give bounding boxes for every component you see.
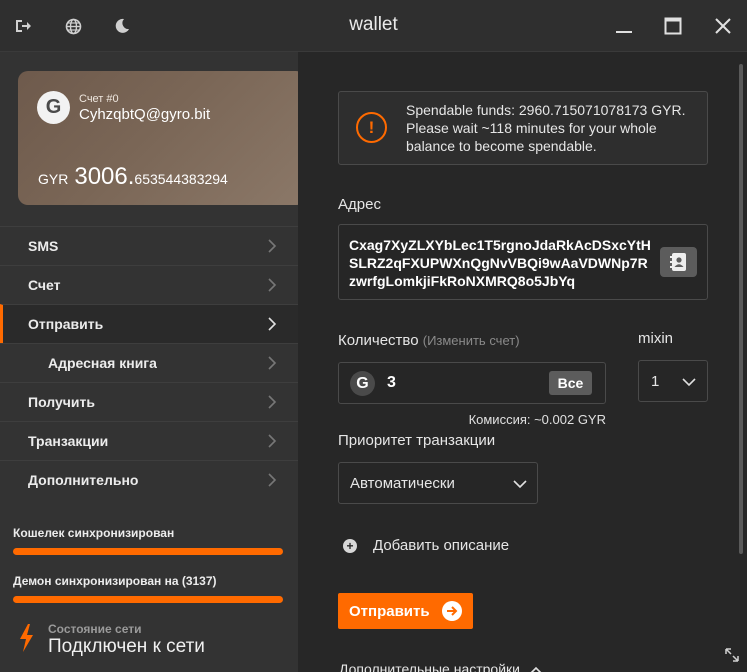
sidebar-item-label: Адресная книга [48,355,157,371]
sidebar-item-label: Получить [28,394,95,410]
account-address: CyhzqbtQ@gyro.bit [79,106,211,123]
advanced-settings-label: Дополнительные настройки [339,661,520,672]
address-input[interactable]: Cxag7XyZLXYbLec1T5rgnoJdaRkAcDSxcYtHSLRZ… [338,224,708,300]
exclamation-icon: ! [356,112,387,143]
sidebar-item-label: Счет [28,277,61,293]
chevron-down-icon [513,480,527,489]
sidebar-menu: SMS Счет Отправить Адресная книга Получи… [0,226,298,499]
wallet-sync-progress-bar [13,548,283,555]
title-bar: wallet [0,0,747,52]
close-icon[interactable] [711,14,735,38]
sidebar-item-label: Транзакции [28,433,109,449]
chevron-right-icon [268,473,277,487]
scrollbar[interactable] [739,64,743,554]
sidebar-item-advanced[interactable]: Дополнительно [0,460,298,499]
mixin-label: mixin [638,330,674,347]
daemon-sync-status: Демон синхронизирован на (3137) [13,574,283,603]
balance: GYR 3006.653544383294 [38,163,228,191]
chevron-right-icon [268,317,277,331]
all-button[interactable]: Все [549,371,592,395]
balance-fraction: 653544383294 [134,171,228,187]
sidebar-item-send[interactable]: Отправить [0,304,298,343]
sidebar-item-label: Дополнительно [28,472,139,488]
network-label: Состояние сети [48,622,142,636]
maximize-icon[interactable] [661,14,685,38]
priority-value: Автоматически [350,475,455,492]
chevron-down-icon [682,378,696,387]
balance-integer: 3006. [74,163,135,190]
amount-label-text: Количество [338,332,419,349]
spendable-alert: ! Spendable funds: 2960.715071078173 GYR… [338,91,708,165]
send-button-label: Отправить [349,602,430,620]
wallet-sync-status: Кошелек синхронизирован [13,526,283,555]
arrow-right-icon [442,601,462,621]
add-description-label: Добавить описание [373,537,510,554]
wallet-sync-label: Кошелек синхронизирован [13,526,175,540]
lightning-icon [20,624,33,652]
priority-label: Приоритет транзакции [338,432,496,449]
change-account-link[interactable]: (Изменить счет) [423,333,520,348]
sidebar-item-account[interactable]: Счет [0,265,298,304]
plus-icon: + [343,538,357,553]
mixin-select[interactable]: 1 [638,360,708,402]
address-label: Адрес [338,196,381,213]
sidebar: G Счет #0 CyhzqbtQ@gyro.bit GYR 3006.6535… [0,52,306,672]
advanced-settings-toggle[interactable]: Дополнительные настройки [339,661,542,672]
amount-value[interactable]: 3 [387,374,396,392]
balance-currency: GYR [38,171,69,187]
address-book-button[interactable] [660,247,697,277]
minimize-icon[interactable] [612,14,636,38]
gyro-logo-icon: G [37,91,70,124]
chevron-right-icon [268,434,277,448]
sidebar-item-transactions[interactable]: Транзакции [0,421,298,460]
amount-input[interactable]: G 3 Все [338,362,606,404]
fee-text: Комиссия: ~0.002 GYR [468,412,606,427]
address-value[interactable]: Cxag7XyZLXYbLec1T5rgnoJdaRkAcDSxcYtHSLRZ… [349,236,654,290]
send-panel: ! Spendable funds: 2960.715071078173 GYR… [298,52,747,672]
priority-select[interactable]: Автоматически [338,462,538,504]
add-description-button[interactable]: + Добавить описание [343,537,509,554]
account-label: Счет #0 [79,93,119,105]
resize-icon[interactable] [725,648,739,662]
mixin-value: 1 [651,373,660,390]
chevron-right-icon [268,356,277,370]
network-value: Подключен к сети [48,636,205,657]
sidebar-item-receive[interactable]: Получить [0,382,298,421]
daemon-sync-progress-bar [13,596,283,603]
alert-text: Spendable funds: 2960.715071078173 GYR. … [406,102,686,154]
chevron-right-icon [268,278,277,292]
account-card[interactable]: G Счет #0 CyhzqbtQ@gyro.bit GYR 3006.6535… [18,71,306,205]
sidebar-item-label: SMS [28,238,59,254]
chevron-up-icon [530,666,542,672]
sidebar-item-label: Отправить [28,316,104,332]
daemon-sync-label: Демон синхронизирован на (3137) [13,574,217,588]
chevron-right-icon [268,395,277,409]
chevron-right-icon [268,239,277,253]
address-book-icon [669,253,686,271]
sidebar-item-sms[interactable]: SMS [0,226,298,265]
sidebar-item-address-book[interactable]: Адресная книга [0,343,298,382]
send-button[interactable]: Отправить [338,593,473,629]
gyro-logo-icon: G [350,371,375,396]
amount-label: Количество (Изменить счет) [338,332,520,349]
